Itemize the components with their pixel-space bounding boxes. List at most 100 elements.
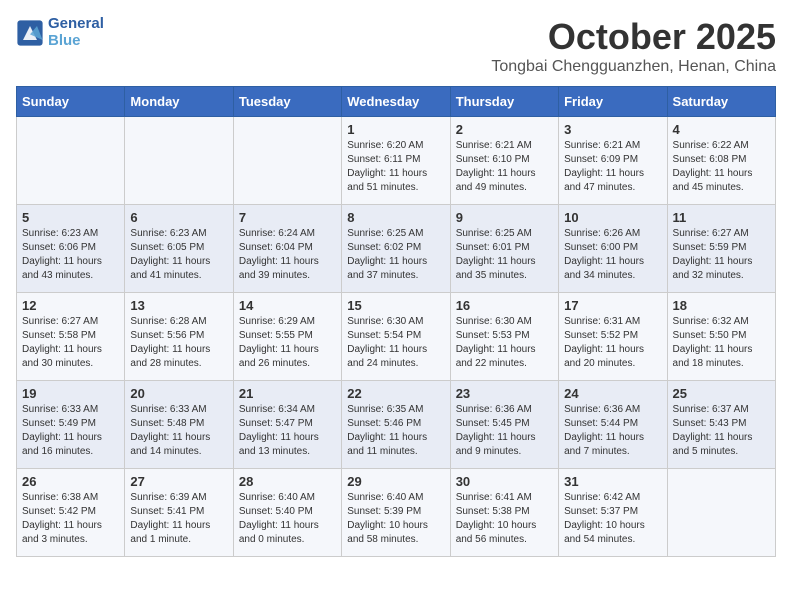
calendar-cell bbox=[233, 117, 341, 205]
calendar-cell: 13Sunrise: 6:28 AMSunset: 5:56 PMDayligh… bbox=[125, 293, 233, 381]
cell-info: Daylight: 11 hours and 0 minutes. bbox=[239, 519, 336, 547]
day-number: 30 bbox=[456, 474, 553, 489]
cell-info: Sunset: 5:42 PM bbox=[22, 505, 119, 519]
header-sunday: Sunday bbox=[17, 87, 125, 117]
calendar-cell: 20Sunrise: 6:33 AMSunset: 5:48 PMDayligh… bbox=[125, 381, 233, 469]
header-monday: Monday bbox=[125, 87, 233, 117]
cell-info: Sunset: 6:06 PM bbox=[22, 241, 119, 255]
calendar-cell: 1Sunrise: 6:20 AMSunset: 6:11 PMDaylight… bbox=[342, 117, 450, 205]
header-wednesday: Wednesday bbox=[342, 87, 450, 117]
day-number: 19 bbox=[22, 386, 119, 401]
cell-info: Sunrise: 6:30 AM bbox=[347, 315, 444, 329]
cell-info: Sunrise: 6:23 AM bbox=[130, 227, 227, 241]
cell-info: Sunset: 5:39 PM bbox=[347, 505, 444, 519]
calendar-body: 1Sunrise: 6:20 AMSunset: 6:11 PMDaylight… bbox=[17, 117, 776, 557]
day-number: 27 bbox=[130, 474, 227, 489]
cell-info: Sunrise: 6:40 AM bbox=[347, 491, 444, 505]
header-thursday: Thursday bbox=[450, 87, 558, 117]
calendar-cell: 7Sunrise: 6:24 AMSunset: 6:04 PMDaylight… bbox=[233, 205, 341, 293]
cell-info: Sunrise: 6:28 AM bbox=[130, 315, 227, 329]
calendar-cell: 10Sunrise: 6:26 AMSunset: 6:00 PMDayligh… bbox=[559, 205, 667, 293]
cell-info: Sunrise: 6:37 AM bbox=[673, 403, 770, 417]
logo: General Blue bbox=[16, 16, 104, 49]
location-title: Tongbai Chengguanzhen, Henan, China bbox=[491, 58, 776, 76]
cell-info: Sunset: 6:00 PM bbox=[564, 241, 661, 255]
calendar-cell: 5Sunrise: 6:23 AMSunset: 6:06 PMDaylight… bbox=[17, 205, 125, 293]
day-number: 23 bbox=[456, 386, 553, 401]
logo-line2: Blue bbox=[48, 33, 104, 50]
calendar-cell: 15Sunrise: 6:30 AMSunset: 5:54 PMDayligh… bbox=[342, 293, 450, 381]
calendar-cell: 18Sunrise: 6:32 AMSunset: 5:50 PMDayligh… bbox=[667, 293, 775, 381]
cell-info: Sunset: 5:50 PM bbox=[673, 329, 770, 343]
day-number: 20 bbox=[130, 386, 227, 401]
calendar-cell: 26Sunrise: 6:38 AMSunset: 5:42 PMDayligh… bbox=[17, 469, 125, 557]
calendar-cell: 14Sunrise: 6:29 AMSunset: 5:55 PMDayligh… bbox=[233, 293, 341, 381]
calendar-cell: 6Sunrise: 6:23 AMSunset: 6:05 PMDaylight… bbox=[125, 205, 233, 293]
cell-info: Sunset: 6:02 PM bbox=[347, 241, 444, 255]
day-number: 3 bbox=[564, 122, 661, 137]
page-header: General Blue October 2025 Tongbai Chengg… bbox=[16, 16, 776, 76]
calendar-cell: 21Sunrise: 6:34 AMSunset: 5:47 PMDayligh… bbox=[233, 381, 341, 469]
cell-info: Daylight: 11 hours and 3 minutes. bbox=[22, 519, 119, 547]
calendar-week-row: 1Sunrise: 6:20 AMSunset: 6:11 PMDaylight… bbox=[17, 117, 776, 205]
cell-info: Sunrise: 6:39 AM bbox=[130, 491, 227, 505]
cell-info: Daylight: 10 hours and 58 minutes. bbox=[347, 519, 444, 547]
calendar-cell: 8Sunrise: 6:25 AMSunset: 6:02 PMDaylight… bbox=[342, 205, 450, 293]
day-number: 5 bbox=[22, 210, 119, 225]
cell-info: Sunset: 6:09 PM bbox=[564, 153, 661, 167]
cell-info: Sunrise: 6:27 AM bbox=[673, 227, 770, 241]
cell-info: Sunset: 6:04 PM bbox=[239, 241, 336, 255]
cell-info: Daylight: 11 hours and 51 minutes. bbox=[347, 167, 444, 195]
calendar-cell: 12Sunrise: 6:27 AMSunset: 5:58 PMDayligh… bbox=[17, 293, 125, 381]
cell-info: Sunrise: 6:36 AM bbox=[456, 403, 553, 417]
header-saturday: Saturday bbox=[667, 87, 775, 117]
cell-info: Sunrise: 6:25 AM bbox=[456, 227, 553, 241]
day-number: 4 bbox=[673, 122, 770, 137]
calendar-cell: 30Sunrise: 6:41 AMSunset: 5:38 PMDayligh… bbox=[450, 469, 558, 557]
cell-info: Sunset: 6:11 PM bbox=[347, 153, 444, 167]
cell-info: Daylight: 11 hours and 7 minutes. bbox=[564, 431, 661, 459]
cell-info: Sunrise: 6:34 AM bbox=[239, 403, 336, 417]
cell-info: Daylight: 11 hours and 16 minutes. bbox=[22, 431, 119, 459]
cell-info: Sunrise: 6:35 AM bbox=[347, 403, 444, 417]
calendar-cell: 29 Sunrise: 6:40 AMSunset: 5:39 PMDayligh… bbox=[342, 469, 450, 557]
calendar-cell: 16Sunrise: 6:30 AMSunset: 5:53 PMDayligh… bbox=[450, 293, 558, 381]
cell-info: Sunset: 5:44 PM bbox=[564, 417, 661, 431]
calendar-cell: 19Sunrise: 6:33 AMSunset: 5:49 PMDayligh… bbox=[17, 381, 125, 469]
day-number: 31 bbox=[564, 474, 661, 489]
cell-info: Sunset: 5:54 PM bbox=[347, 329, 444, 343]
logo-line1: General bbox=[48, 16, 104, 33]
cell-info: Daylight: 11 hours and 11 minutes. bbox=[347, 431, 444, 459]
cell-info: Sunset: 5:45 PM bbox=[456, 417, 553, 431]
day-number: 9 bbox=[456, 210, 553, 225]
cell-info: Daylight: 11 hours and 20 minutes. bbox=[564, 343, 661, 371]
day-number: 29 bbox=[347, 474, 444, 489]
cell-info: Sunrise: 6:22 AM bbox=[673, 139, 770, 153]
calendar-cell: 27Sunrise: 6:39 AMSunset: 5:41 PMDayligh… bbox=[125, 469, 233, 557]
day-number: 26 bbox=[22, 474, 119, 489]
header-tuesday: Tuesday bbox=[233, 87, 341, 117]
cell-info: Daylight: 11 hours and 1 minute. bbox=[130, 519, 227, 547]
cell-info: Sunset: 5:48 PM bbox=[130, 417, 227, 431]
cell-info: Daylight: 11 hours and 22 minutes. bbox=[456, 343, 553, 371]
header-friday: Friday bbox=[559, 87, 667, 117]
cell-info: Sunset: 5:43 PM bbox=[673, 417, 770, 431]
month-title: October 2025 bbox=[491, 16, 776, 58]
calendar-cell: 3Sunrise: 6:21 AMSunset: 6:09 PMDaylight… bbox=[559, 117, 667, 205]
cell-info: Daylight: 11 hours and 28 minutes. bbox=[130, 343, 227, 371]
cell-info: Sunset: 5:49 PM bbox=[22, 417, 119, 431]
logo-icon bbox=[16, 19, 44, 47]
day-number: 18 bbox=[673, 298, 770, 313]
day-number: 16 bbox=[456, 298, 553, 313]
day-number: 13 bbox=[130, 298, 227, 313]
calendar-week-row: 5Sunrise: 6:23 AMSunset: 6:06 PMDaylight… bbox=[17, 205, 776, 293]
cell-info: Daylight: 11 hours and 14 minutes. bbox=[130, 431, 227, 459]
cell-info: Sunrise: 6:21 AM bbox=[456, 139, 553, 153]
day-number: 6 bbox=[130, 210, 227, 225]
calendar-header-row: SundayMondayTuesdayWednesdayThursdayFrid… bbox=[17, 87, 776, 117]
cell-info: Sunrise: 6:24 AM bbox=[239, 227, 336, 241]
day-number: 14 bbox=[239, 298, 336, 313]
cell-info: Daylight: 11 hours and 24 minutes. bbox=[347, 343, 444, 371]
cell-info: Sunrise: 6:29 AM bbox=[239, 315, 336, 329]
cell-info: Sunrise: 6:25 AM bbox=[347, 227, 444, 241]
